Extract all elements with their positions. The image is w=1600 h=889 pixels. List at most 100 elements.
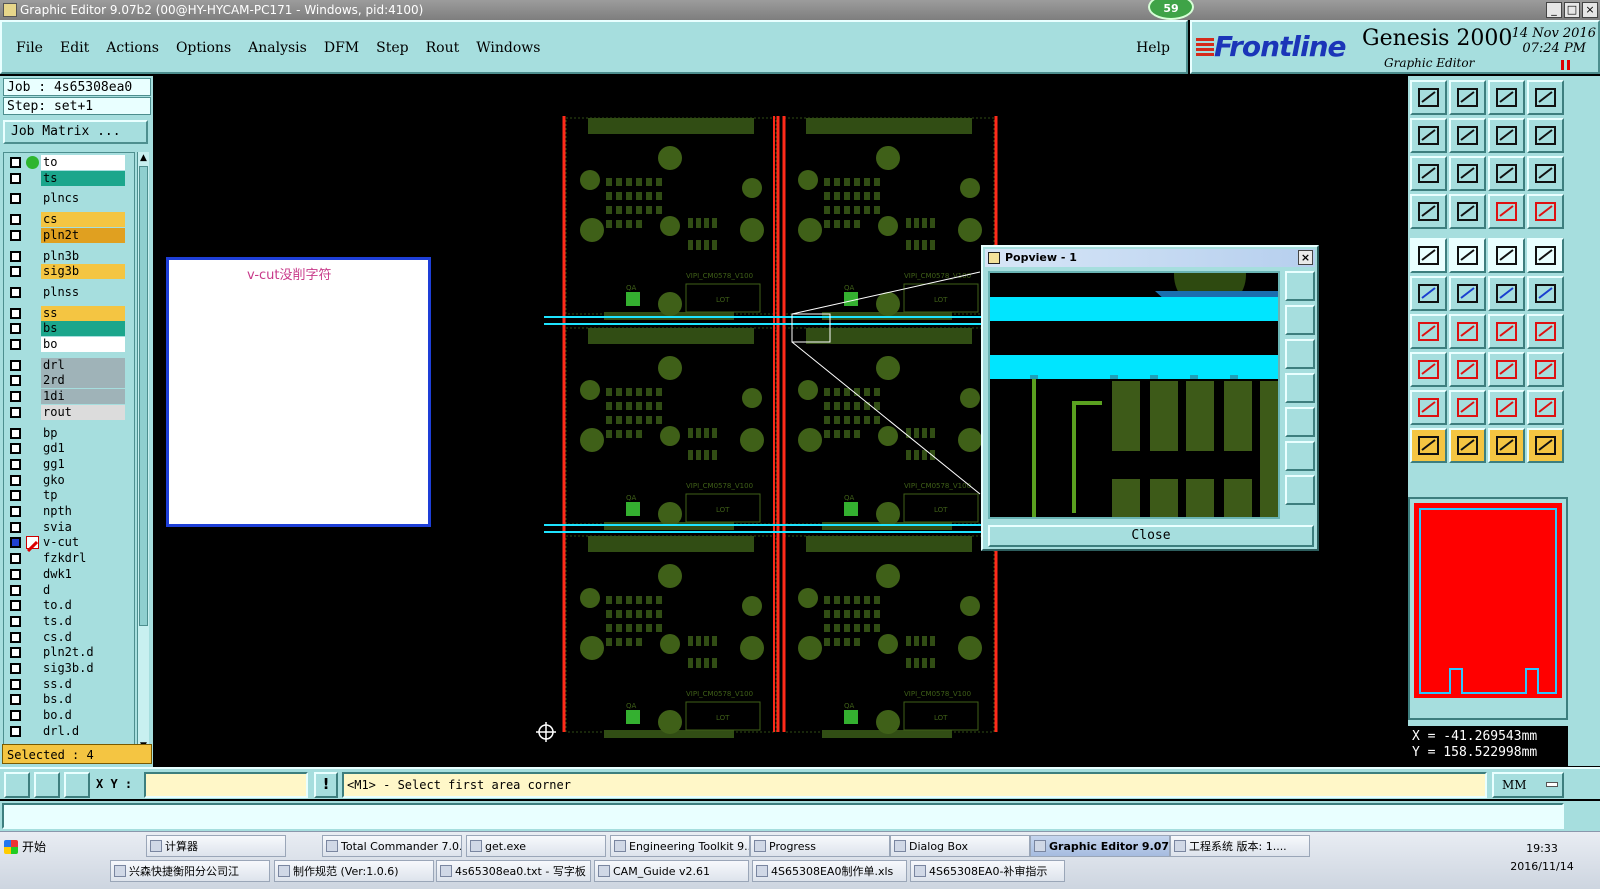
layer-checkbox[interactable]	[10, 631, 21, 643]
mirror-icon[interactable]	[1527, 314, 1564, 349]
layer-row[interactable]: v-cut	[4, 535, 134, 553]
layer-net-icon[interactable]	[1527, 194, 1564, 229]
fit-all-icon[interactable]	[1449, 156, 1486, 191]
add-feature-icon[interactable]	[1410, 352, 1447, 387]
add-pad-icon[interactable]	[1410, 238, 1447, 273]
menu-windows[interactable]: Windows	[476, 40, 540, 56]
menu-help[interactable]: Help	[1136, 40, 1170, 56]
menu-dfm[interactable]: DFM	[324, 40, 359, 56]
popview-pan-left-icon[interactable]	[1285, 373, 1315, 403]
pan-left-icon[interactable]	[1410, 118, 1447, 153]
zoom-back-icon[interactable]	[1488, 118, 1525, 153]
layer-checkbox[interactable]	[10, 266, 21, 278]
taskbar-item[interactable]: CAM_Guide v2.61	[594, 860, 749, 882]
layer-checkbox[interactable]	[10, 458, 21, 470]
menu-analysis[interactable]: Analysis	[248, 40, 307, 56]
layer-row[interactable]: drl.d	[4, 723, 134, 739]
group-icon[interactable]	[1527, 352, 1564, 387]
fill-icon[interactable]	[1527, 390, 1564, 425]
home-icon[interactable]	[1488, 80, 1525, 115]
contour-icon[interactable]	[1488, 390, 1525, 425]
layer-row[interactable]: ts	[4, 170, 134, 186]
layer-row[interactable]: gko	[4, 472, 134, 488]
layer-row[interactable]: sig3b.d	[4, 661, 134, 676]
layer-checkbox[interactable]	[10, 193, 21, 205]
taskbar-item[interactable]: Engineering Toolkit 9....	[610, 835, 750, 857]
layer-checkbox[interactable]	[10, 710, 21, 722]
resize-icon[interactable]	[1488, 352, 1525, 387]
layer-row[interactable]: ts.d	[4, 613, 134, 629]
layer-row[interactable]: dwk1	[4, 566, 134, 582]
layer-row[interactable]: pln2t	[4, 227, 134, 243]
xy-input[interactable]	[144, 772, 308, 798]
tools-icon[interactable]	[1410, 194, 1447, 229]
layer-checkbox[interactable]	[10, 391, 21, 403]
layer-checkbox[interactable]	[10, 521, 21, 533]
job-matrix-button[interactable]: Job Matrix ...	[3, 120, 148, 144]
layer-checkbox[interactable]	[10, 214, 21, 226]
layer-row[interactable]: gd1	[4, 441, 134, 457]
layer-checkbox[interactable]	[10, 506, 21, 517]
layer-checkbox[interactable]	[10, 359, 21, 371]
taskbar-item[interactable]: 工程系统 版本: 1....	[1170, 835, 1310, 857]
layer-checkbox[interactable]	[10, 286, 21, 298]
taskbar-item[interactable]: Progress	[750, 835, 890, 857]
layer-checkbox[interactable]	[10, 615, 21, 627]
layer-checkbox[interactable]	[10, 490, 21, 502]
layer-checkbox[interactable]	[10, 157, 21, 168]
units-dropdown-icon[interactable]	[1546, 782, 1558, 787]
layer-checkbox[interactable]	[10, 375, 21, 387]
taskbar-item[interactable]: 兴森快捷衡阳分公司江	[110, 860, 270, 882]
minimize-button[interactable]: _	[1546, 2, 1562, 18]
layer-checkbox[interactable]	[10, 250, 21, 262]
layer-row[interactable]: bo.d	[4, 708, 134, 724]
popview-close-icon[interactable]: ×	[1298, 250, 1313, 265]
units-select[interactable]: MM	[1492, 772, 1564, 798]
layer-row[interactable]: to	[4, 155, 134, 170]
layer-row[interactable]: ss	[4, 305, 134, 321]
menu-step[interactable]: Step	[376, 40, 408, 56]
move-icon[interactable]	[1488, 276, 1525, 311]
surface-icon[interactable]	[1410, 390, 1447, 425]
popview-zoom-out-icon[interactable]	[1285, 475, 1315, 505]
split-view-icon[interactable]	[1527, 80, 1564, 115]
layer-checkbox[interactable]	[10, 427, 21, 439]
layer-checkbox[interactable]	[10, 406, 21, 418]
popview-pan-up-icon[interactable]	[1285, 305, 1315, 335]
minus-icon[interactable]	[1449, 352, 1486, 387]
exclamation-button[interactable]: !	[314, 772, 338, 798]
help-icon[interactable]	[1527, 156, 1564, 191]
pan-right-icon[interactable]	[1449, 118, 1486, 153]
popview-close-button[interactable]: Close	[988, 525, 1314, 547]
copy-icon[interactable]	[1527, 276, 1564, 311]
taskbar-item[interactable]: Total Commander 7.0...	[322, 835, 462, 857]
layer-checkbox[interactable]	[10, 474, 21, 486]
layer-checkbox[interactable]	[10, 678, 21, 690]
layer-checkbox[interactable]	[10, 172, 21, 184]
taskbar-item[interactable]: Graphic Editor 9.07...	[1030, 835, 1170, 857]
layer-row[interactable]: gg1	[4, 456, 134, 472]
layer-row[interactable]: plnss	[4, 284, 134, 300]
layer-row[interactable]: bs	[4, 321, 134, 337]
popview-pan-right-icon[interactable]	[1285, 407, 1315, 437]
popview-canvas[interactable]	[988, 271, 1280, 519]
menu-file[interactable]: File	[16, 40, 43, 56]
fit-vertical-icon[interactable]	[1410, 156, 1447, 191]
layer-checkbox[interactable]	[10, 600, 21, 612]
layer-checkbox[interactable]	[10, 443, 21, 455]
layer-row[interactable]: d	[4, 582, 134, 598]
taskbar-item[interactable]: get.exe	[466, 835, 606, 857]
taskbar-item[interactable]: 制作规范 (Ver:1.0.6)	[274, 860, 434, 882]
select-net-icon[interactable]	[1527, 428, 1564, 463]
scroll-up-icon[interactable]: ▲	[138, 152, 149, 164]
layer-checkbox[interactable]	[10, 568, 21, 580]
layer-row[interactable]: drl	[4, 357, 134, 373]
layer-checkbox[interactable]	[10, 537, 21, 549]
layer-row[interactable]: to.d	[4, 598, 134, 614]
layer-row[interactable]: bo	[4, 337, 134, 352]
select-region-icon[interactable]	[1449, 428, 1486, 463]
taskbar-item[interactable]: 4s65308ea0.txt - 写字板	[436, 860, 591, 882]
layer-checkbox[interactable]	[10, 323, 21, 335]
layer-checkbox[interactable]	[10, 229, 21, 241]
layer-scrollbar[interactable]: ▲ ▼	[137, 152, 149, 752]
